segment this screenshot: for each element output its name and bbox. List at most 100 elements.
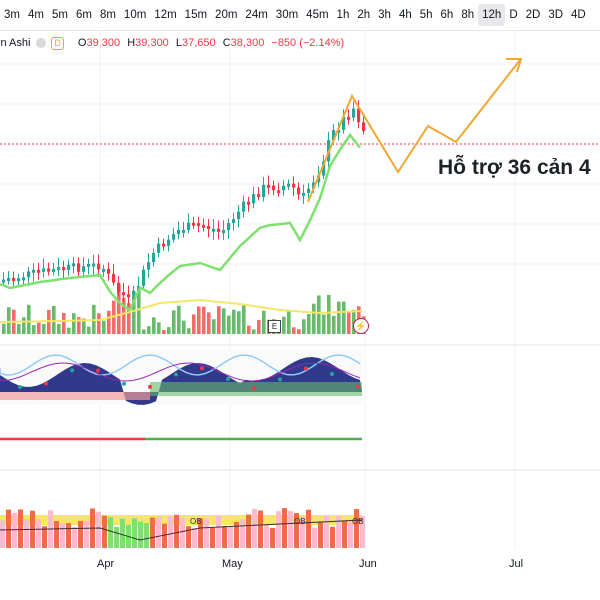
candle-body: [287, 183, 291, 187]
histogram-bar: [174, 514, 179, 548]
histogram-bar: [186, 526, 191, 548]
candle-body: [12, 278, 16, 282]
volume-bar: [212, 319, 216, 334]
histogram-bar: [240, 519, 245, 548]
histogram-bar: [324, 515, 329, 548]
candle-body: [77, 263, 81, 272]
candle-body: [37, 269, 41, 273]
candle-body: [7, 278, 11, 282]
oscillator-dot: [18, 384, 22, 389]
histogram-bar: [354, 509, 359, 548]
time-axis[interactable]: Apr May Jun Jul: [0, 548, 600, 600]
volume-bar: [102, 320, 106, 334]
candle-body: [127, 294, 131, 298]
histogram-bar: [120, 518, 125, 548]
candle-body: [42, 268, 46, 272]
volume-bar: [337, 301, 341, 334]
histogram-bar: [216, 515, 221, 548]
candle-body: [32, 269, 36, 273]
volume-bar: [2, 323, 6, 334]
volume-bar: [197, 306, 201, 334]
candle-body: [107, 268, 111, 274]
candle-body: [217, 228, 221, 232]
histogram-panel: OB OB OB: [0, 508, 365, 548]
candle-body: [282, 185, 286, 191]
histogram-bar: [228, 526, 233, 548]
histogram-bar: [204, 518, 209, 548]
histogram-bar: [144, 523, 149, 548]
volume-bar: [42, 323, 46, 334]
volume-bar: [177, 305, 181, 334]
histogram-bar: [192, 527, 197, 548]
flash-icon[interactable]: ⚡: [353, 318, 369, 334]
oscillator-dot: [330, 372, 334, 377]
volume-bar: [22, 317, 26, 334]
volume-bar: [147, 326, 151, 334]
oscillator-dot: [200, 366, 204, 371]
histogram-bar: [252, 508, 257, 548]
histogram-bar: [72, 526, 77, 548]
candle-body: [142, 269, 146, 286]
candle-body: [292, 183, 296, 188]
x-label-jul: Jul: [509, 558, 524, 570]
histogram-bar: [12, 512, 17, 548]
ob-label: OB: [352, 517, 364, 526]
oscillator-dot: [304, 366, 308, 371]
histogram-bar: [96, 511, 101, 548]
histogram-bar: [222, 526, 227, 548]
volume-bar: [157, 322, 161, 334]
histogram-bar: [54, 521, 59, 548]
histogram-bar: [306, 509, 311, 548]
oscillator-dot: [278, 377, 282, 382]
candle-body: [237, 211, 241, 220]
candle-body: [147, 262, 151, 270]
volume-bar: [122, 297, 126, 334]
candle-body: [192, 222, 196, 226]
candlesticks: [2, 100, 366, 306]
histogram-bar: [258, 510, 263, 548]
volume-bar: [232, 309, 236, 334]
candle-body: [352, 108, 356, 118]
histogram-bar: [210, 527, 215, 548]
histogram-bar: [342, 520, 347, 548]
volume-bar: [202, 306, 206, 334]
candle-body: [57, 267, 61, 271]
candle-body: [82, 266, 86, 272]
volume-bar: [317, 295, 321, 334]
volume-bar: [172, 310, 176, 334]
oscillator-dot: [96, 368, 100, 373]
candle-body: [2, 279, 6, 283]
candle-body: [227, 223, 231, 231]
candle-body: [17, 278, 21, 282]
volume-bar: [347, 311, 351, 334]
histogram-bar: [264, 524, 269, 548]
candle-body: [302, 192, 306, 196]
volume-bar: [332, 315, 336, 334]
candle-body: [172, 234, 176, 240]
histogram-bar: [288, 511, 293, 548]
histogram-bar: [102, 515, 107, 548]
candle-body: [307, 188, 311, 193]
candle-body: [112, 273, 116, 283]
volume-bar: [32, 325, 36, 334]
candle-body: [272, 185, 276, 191]
ob-label: OB: [294, 517, 306, 526]
volume-bar: [7, 307, 11, 334]
candle-body: [182, 229, 186, 233]
candle-body: [267, 184, 271, 188]
volume-bar: [192, 314, 196, 334]
histogram-bar: [138, 521, 143, 548]
volume-bar: [322, 314, 326, 334]
volume-bar: [237, 311, 241, 334]
volume-bar: [87, 326, 91, 334]
candle-body: [72, 263, 76, 267]
chart-canvas[interactable]: OB OB OB: [0, 0, 600, 548]
volume-bar: [17, 323, 21, 334]
histogram-bar: [24, 519, 29, 548]
candle-body: [167, 239, 171, 246]
histogram-bar: [270, 527, 275, 548]
histogram-bar: [18, 509, 23, 548]
histogram-bar: [0, 520, 5, 548]
earnings-badge[interactable]: E: [268, 320, 281, 333]
candle-body: [67, 264, 71, 271]
